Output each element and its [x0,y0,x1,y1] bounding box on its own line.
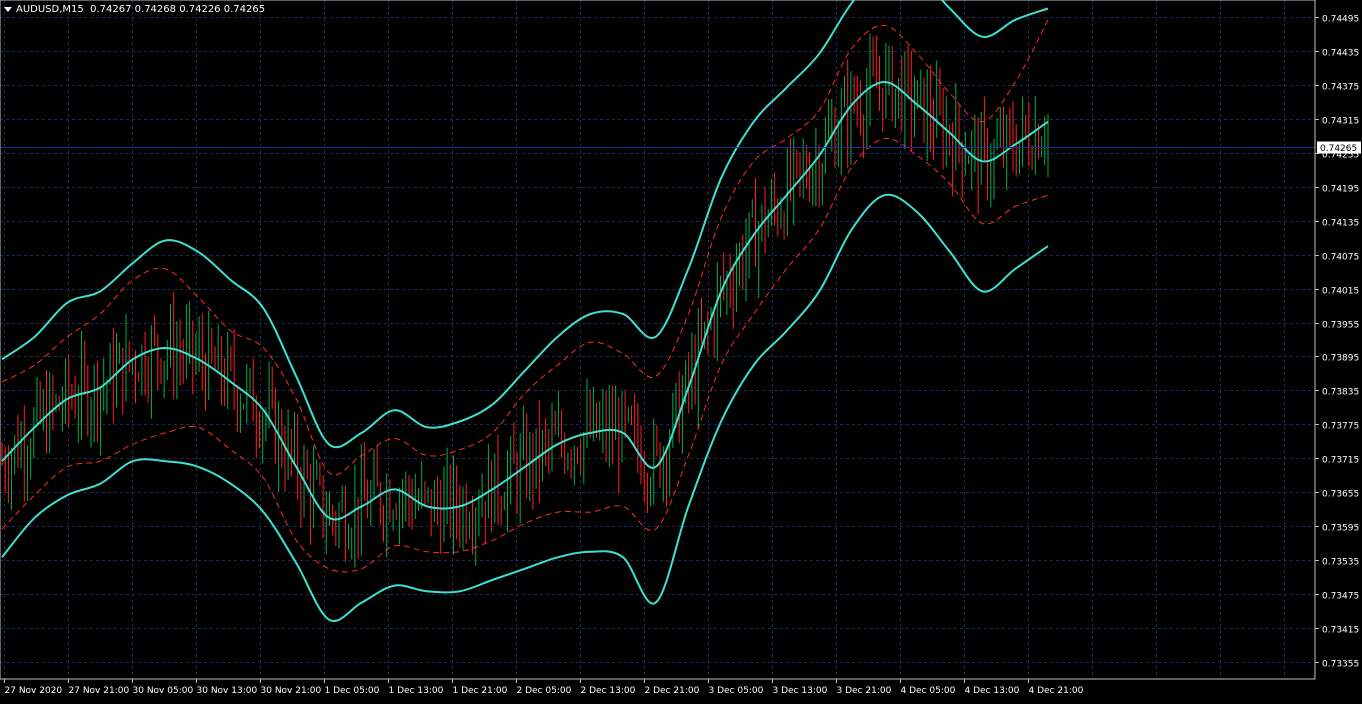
x-tick-label: 2 Dec 13:00 [581,686,636,696]
x-tick-label: 30 Nov 21:00 [261,686,322,696]
y-tick-label: 0.73775 [1322,422,1359,432]
y-tick-label: 0.73535 [1322,558,1359,568]
y-tick-label: 0.74315 [1322,117,1359,127]
y-tick-label: 0.74375 [1322,83,1359,93]
x-tick-label: 2 Dec 05:00 [517,686,572,696]
y-tick-label: 0.74195 [1322,185,1359,195]
symbol-label: AUDUSD,M15 [16,4,84,15]
y-tick-label: 0.73415 [1322,626,1359,636]
price-chart[interactable]: 0.744950.744350.743750.743150.742550.741… [0,0,1362,700]
collapse-triangle-icon[interactable] [4,6,12,12]
x-tick-label: 3 Dec 21:00 [837,686,892,696]
x-tick-label: 4 Dec 21:00 [1029,686,1084,696]
y-tick-label: 0.74135 [1322,219,1359,229]
quote-values: 0.74267 0.74268 0.74226 0.74265 [90,4,266,15]
y-tick-label: 0.74075 [1322,253,1359,263]
x-tick-label: 30 Nov 13:00 [197,686,258,696]
x-tick-label: 3 Dec 13:00 [773,686,828,696]
chart-header: AUDUSD,M15 0.74267 0.74268 0.74226 0.742… [4,3,265,16]
y-tick-label: 0.73655 [1322,490,1359,500]
y-tick-label: 0.74015 [1322,287,1359,297]
y-tick-label: 0.73955 [1322,321,1359,331]
current-price-tag: 0.74265 [1317,141,1361,154]
x-tick-label: 1 Dec 13:00 [389,686,444,696]
y-tick-label: 0.74435 [1322,49,1359,59]
current-price-label: 0.74265 [1320,144,1357,154]
x-tick-label: 4 Dec 13:00 [965,686,1020,696]
x-tick-label: 30 Nov 05:00 [133,686,194,696]
y-tick-label: 0.73895 [1322,354,1359,364]
y-tick-label: 0.73835 [1322,388,1359,398]
x-tick-label: 27 Nov 2020 [5,686,63,696]
x-tick-label: 4 Dec 05:00 [901,686,956,696]
x-tick-label: 1 Dec 05:00 [325,686,380,696]
x-tick-label: 2 Dec 21:00 [645,686,700,696]
x-tick-label: 3 Dec 05:00 [709,686,764,696]
y-tick-label: 0.73715 [1322,456,1359,466]
x-tick-label: 27 Nov 21:00 [69,686,130,696]
chart-window[interactable]: 0.74495 0.74435 0.74375 0.74315 0.74255 0.741… [0,0,1362,700]
y-tick-label: 0.74495 [1322,15,1359,25]
y-tick-label: 0.73595 [1322,524,1359,534]
y-tick-label: 0.73355 [1322,660,1359,670]
x-tick-label: 1 Dec 21:00 [453,686,508,696]
y-tick-label: 0.73475 [1322,592,1359,602]
